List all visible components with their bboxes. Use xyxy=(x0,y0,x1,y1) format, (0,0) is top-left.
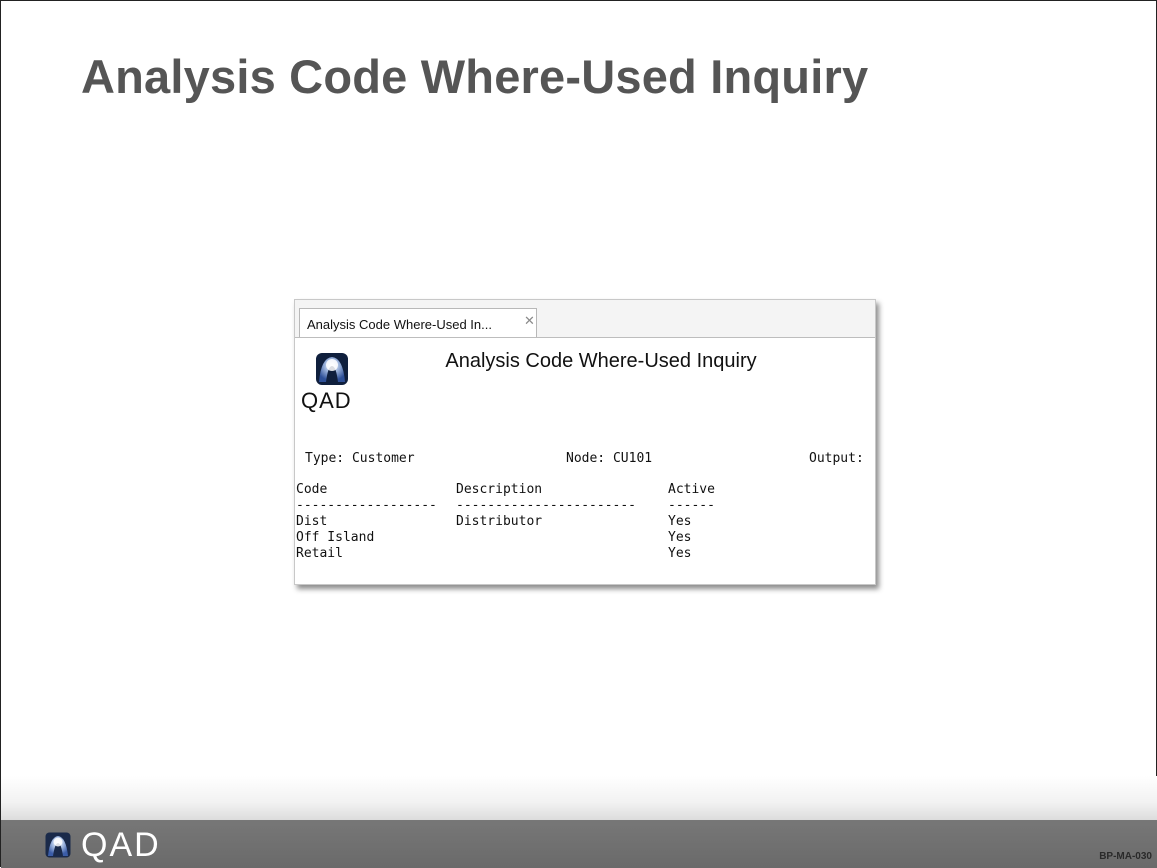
column-header-description: Description xyxy=(456,482,543,497)
footer-logo-text: QAD xyxy=(81,826,161,864)
tab-analysis-code-inquiry[interactable]: Analysis Code Where-Used In... ✕ xyxy=(299,308,537,337)
tab-label: Analysis Code Where-Used In... xyxy=(307,317,492,332)
row-1-code: Dist xyxy=(296,514,328,529)
column-header-code: Code xyxy=(296,482,328,497)
param-type: Type: Customer xyxy=(305,451,415,466)
qad-logo-icon xyxy=(316,353,348,385)
param-output: Output: xyxy=(809,451,864,466)
slide-code: BP-MA-030 xyxy=(1099,851,1152,862)
report-logo: QAD xyxy=(301,350,365,414)
row-2-active: Yes xyxy=(668,530,692,545)
row-3-active: Yes xyxy=(668,546,692,561)
footer-bar: QAD BP-MA-030 xyxy=(1,820,1157,868)
row-1-description: Distributor xyxy=(456,514,543,529)
inquiry-window: Analysis Code Where-Used In... ✕ QAD Ana… xyxy=(294,299,876,585)
footer-fade xyxy=(1,776,1157,820)
slide: Analysis Code Where-Used Inquiry Analysi… xyxy=(0,0,1157,868)
report-logo-text: QAD xyxy=(301,388,352,413)
footer-logo: QAD xyxy=(45,826,161,864)
separator-code: ------------------ xyxy=(296,498,437,513)
report-title: Analysis Code Where-Used Inquiry xyxy=(445,350,757,372)
slide-title: Analysis Code Where-Used Inquiry xyxy=(81,50,869,103)
row-2-code: Off Island xyxy=(296,530,375,545)
column-header-active: Active xyxy=(668,482,715,497)
row-3-code: Retail xyxy=(296,546,343,561)
tab-strip: Analysis Code Where-Used In... ✕ xyxy=(295,300,875,338)
separator-active: ------ xyxy=(668,498,715,513)
row-1-active: Yes xyxy=(668,514,692,529)
separator-description: ----------------------- xyxy=(456,498,637,513)
qad-logo-icon xyxy=(45,832,71,858)
close-icon[interactable]: ✕ xyxy=(524,314,535,329)
param-node: Node: CU101 xyxy=(566,451,653,466)
